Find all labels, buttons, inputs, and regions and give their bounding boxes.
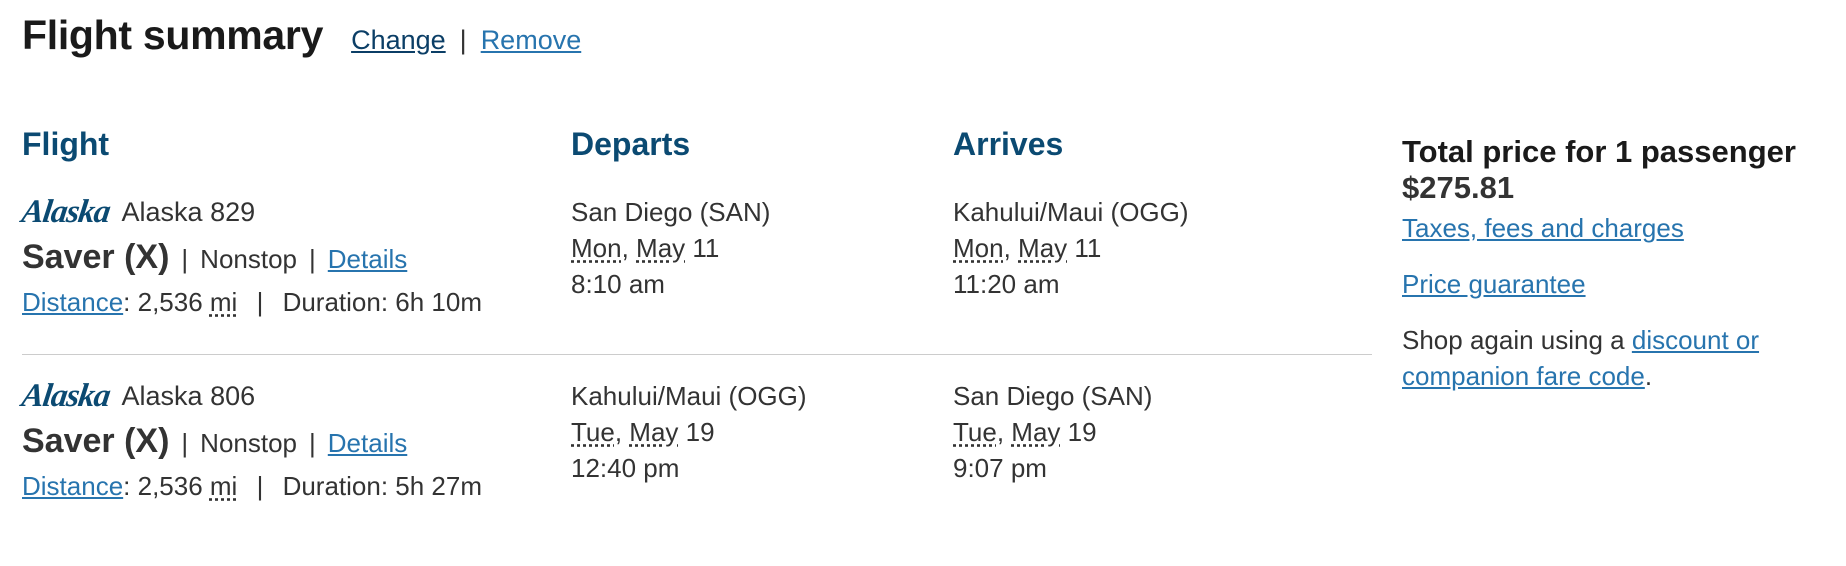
taxes-fees-link[interactable]: Taxes, fees and charges xyxy=(1402,210,1822,246)
separator: | xyxy=(256,471,264,501)
total-price: $275.81 xyxy=(1402,170,1515,205)
arrive-time: 9:07 pm xyxy=(953,453,1047,483)
distance-link[interactable]: Distance xyxy=(22,471,123,501)
depart-info: Kahului/Maui (OGG) Tue, May 19 12:40 pm xyxy=(571,378,807,486)
header-actions: Change | Remove xyxy=(351,25,581,56)
distance-link[interactable]: Distance xyxy=(22,287,123,317)
weekday: Mon xyxy=(571,233,622,263)
separator: | xyxy=(459,25,467,55)
shop-again-text: Shop again using a discount or companion… xyxy=(1402,322,1822,394)
shop-again-prefix: Shop again using a xyxy=(1402,325,1632,355)
arrive-date: Mon, May 11 xyxy=(953,233,1102,263)
row-divider xyxy=(22,354,1372,355)
weekday: Mon xyxy=(953,233,1004,263)
weekday: Tue xyxy=(953,417,997,447)
month: May xyxy=(1018,233,1068,263)
distance-row: Distance: 2,536 mi | Duration: 5h 27m xyxy=(22,471,482,502)
depart-city: San Diego (SAN) xyxy=(571,197,771,227)
shop-again-suffix: . xyxy=(1644,361,1653,391)
details-link[interactable]: Details xyxy=(328,428,407,459)
month: May xyxy=(1011,417,1061,447)
separator: | xyxy=(181,244,189,274)
stops-label: Nonstop xyxy=(200,428,298,458)
remove-link[interactable]: Remove xyxy=(481,25,582,56)
duration: Duration: 5h 27m xyxy=(282,471,483,501)
arrive-time: 11:20 am xyxy=(953,269,1060,299)
price-panel: Total price for 1 passenger $275.81 Taxe… xyxy=(1402,134,1822,394)
page-title: Flight summary xyxy=(22,12,324,58)
fare-row: Saver (X) | Nonstop | Details xyxy=(22,238,407,277)
flight-summary-header: Flight summary Change | Remove xyxy=(22,12,581,59)
fare-class: Saver (X) xyxy=(22,422,170,460)
stops-label: Nonstop xyxy=(200,244,298,274)
alaska-logo: Alaska xyxy=(19,378,113,414)
depart-time: 12:40 pm xyxy=(571,453,680,483)
change-link[interactable]: Change xyxy=(351,25,446,56)
price-guarantee-link[interactable]: Price guarantee xyxy=(1402,266,1822,302)
fare-class: Saver (X) xyxy=(22,238,170,276)
arrive-info: San Diego (SAN) Tue, May 19 9:07 pm xyxy=(953,378,1152,486)
flight-number: Alaska 806 xyxy=(121,381,256,411)
separator: | xyxy=(309,244,316,274)
month: May xyxy=(629,417,679,447)
depart-date: Mon, May 11 xyxy=(571,233,720,263)
depart-city: Kahului/Maui (OGG) xyxy=(571,381,807,411)
price-title: Total price for 1 passenger xyxy=(1402,134,1796,169)
details-link[interactable]: Details xyxy=(328,244,407,275)
weekday: Tue xyxy=(571,417,615,447)
separator: | xyxy=(309,428,316,458)
flight-number: Alaska 829 xyxy=(121,197,256,227)
arrive-city: Kahului/Maui (OGG) xyxy=(953,197,1189,227)
column-heading-departs: Departs xyxy=(571,126,691,162)
depart-time: 8:10 am xyxy=(571,269,665,299)
column-heading-flight: Flight xyxy=(22,126,110,162)
day: 11 xyxy=(685,233,720,263)
distance-row: Distance: 2,536 mi | Duration: 6h 10m xyxy=(22,287,482,318)
day: 19 xyxy=(678,417,715,447)
depart-info: San Diego (SAN) Mon, May 11 8:10 am xyxy=(571,194,770,302)
arrive-info: Kahului/Maui (OGG) Mon, May 11 11:20 am xyxy=(953,194,1189,302)
separator: | xyxy=(256,287,264,317)
column-heading-arrives: Arrives xyxy=(953,126,1064,162)
duration: Duration: 6h 10m xyxy=(282,287,483,317)
flight-title-row: Alaska Alaska 806 xyxy=(19,378,256,415)
day: 19 xyxy=(1060,417,1097,447)
flight-title-row: Alaska Alaska 829 xyxy=(19,194,256,231)
depart-date: Tue, May 19 xyxy=(571,417,715,447)
separator: | xyxy=(181,428,189,458)
distance-unit: mi xyxy=(209,287,238,317)
arrive-date: Tue, May 19 xyxy=(953,417,1097,447)
alaska-logo: Alaska xyxy=(19,194,113,230)
distance-unit: mi xyxy=(209,471,238,501)
distance-value: : 2,536 xyxy=(123,287,210,317)
month: May xyxy=(636,233,686,263)
arrive-city: San Diego (SAN) xyxy=(953,381,1153,411)
distance-value: : 2,536 xyxy=(123,471,210,501)
day: 11 xyxy=(1067,233,1102,263)
fare-row: Saver (X) | Nonstop | Details xyxy=(22,422,407,461)
